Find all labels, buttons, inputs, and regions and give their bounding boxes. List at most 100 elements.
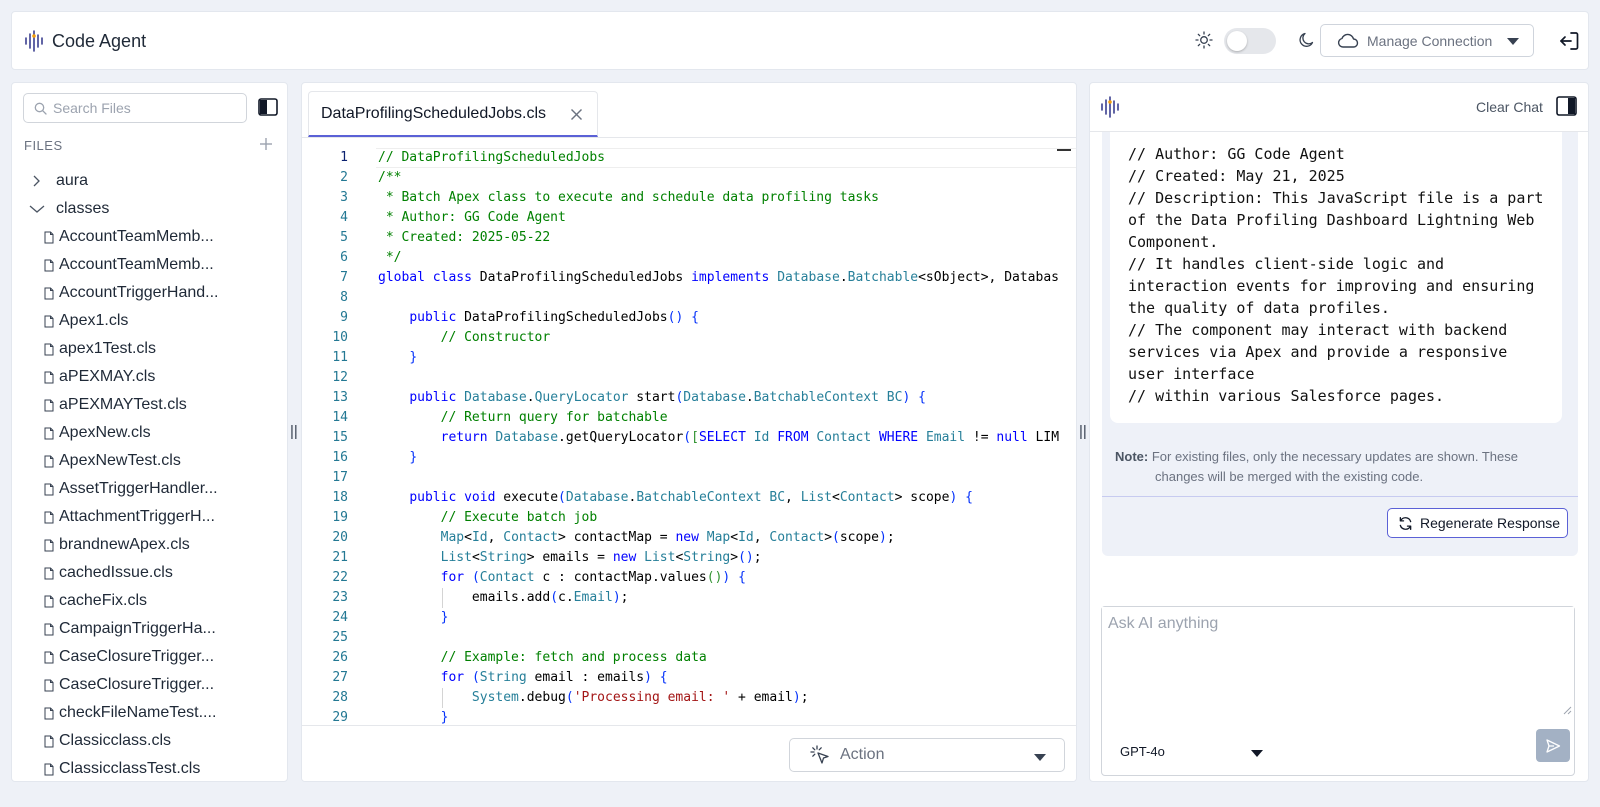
toggle-knob: [1227, 31, 1247, 51]
file-item[interactable]: ApexNew.cls: [24, 419, 284, 447]
line-number: 20: [332, 530, 348, 545]
file-icon: [44, 623, 54, 635]
search-files[interactable]: [23, 93, 247, 123]
file-icon: [44, 763, 54, 775]
file-item[interactable]: AttachmentTriggerH...: [24, 503, 284, 531]
code-line: 16 }: [302, 448, 1076, 468]
tab-file[interactable]: DataProfilingScheduledJobs.cls: [308, 91, 598, 137]
code-line: 18 public void execute(Database.Batchabl…: [302, 488, 1076, 508]
collapse-sidebar-icon[interactable]: [258, 98, 278, 116]
file-icon: [44, 595, 54, 607]
file-label: AttachmentTriggerH...: [59, 508, 215, 525]
file-item[interactable]: cacheFix.cls: [24, 587, 284, 615]
right-resize-handle[interactable]: ||: [1079, 423, 1087, 441]
line-number: 3: [340, 190, 348, 205]
action-cursor-icon: [810, 745, 829, 764]
file-icon: [44, 735, 54, 747]
file-item[interactable]: CaseClosureTrigger...: [24, 671, 284, 699]
code-line: 19 // Execute batch job: [302, 508, 1076, 528]
logo: Code Agent: [24, 29, 146, 53]
file-list: AccountTeamMemb... AccountTeamMemb... Acco…: [24, 223, 284, 781]
merge-note: Note: For existing files, only the neces…: [1115, 447, 1565, 487]
file-icon: [44, 371, 54, 383]
clear-chat-button[interactable]: Clear Chat: [1476, 99, 1543, 115]
regenerate-response-button[interactable]: Regenerate Response: [1387, 508, 1568, 538]
file-label: AssetTriggerHandler...: [59, 480, 218, 497]
theme-toggle[interactable]: [1224, 28, 1276, 54]
code-line: 11 }: [302, 348, 1076, 368]
line-number: 23: [332, 590, 348, 605]
file-item[interactable]: Apex1.cls: [24, 307, 284, 335]
code-text: public Database.QueryLocator start(Datab…: [409, 390, 926, 405]
code-line: 5 * Created: 2025-05-22: [302, 228, 1076, 248]
app-header: Code Agent Manage Connection: [11, 11, 1589, 70]
ai-code-message: // Author: GG Code Agent // Created: May…: [1110, 132, 1562, 423]
file-item[interactable]: aPEXMAYTest.cls: [24, 391, 284, 419]
close-tab-icon[interactable]: [570, 108, 583, 121]
file-item[interactable]: brandnewApex.cls: [24, 531, 284, 559]
manage-connection-button[interactable]: Manage Connection: [1320, 24, 1534, 57]
code-text: emails.add(c.Email);: [378, 590, 629, 605]
manage-connection-label: Manage Connection: [1367, 32, 1493, 49]
send-button[interactable]: [1536, 729, 1570, 762]
line-number: 9: [340, 310, 348, 325]
send-icon: [1546, 738, 1561, 753]
folder-label: classes: [56, 200, 110, 217]
message-line: // It handles client-side logic and inte…: [1128, 255, 1544, 317]
code-text: List<String> emails = new List<String>()…: [440, 550, 762, 565]
code-line: 15 return Database.getQueryLocator([SELE…: [302, 428, 1076, 448]
line-number: 22: [332, 570, 348, 585]
file-icon: [44, 707, 54, 719]
line-number: 21: [332, 550, 348, 565]
file-item[interactable]: aPEXMAY.cls: [24, 363, 284, 391]
file-item[interactable]: Classicclass.cls: [24, 727, 284, 755]
file-item[interactable]: AccountTeamMemb...: [24, 223, 284, 251]
file-item[interactable]: AccountTeamMemb...: [24, 251, 284, 279]
file-icon: [44, 511, 54, 523]
code-line: 22 for (Contact c : contactMap.values())…: [302, 568, 1076, 588]
search-files-input[interactable]: [53, 100, 233, 116]
chevron-down-icon: [1034, 754, 1046, 761]
file-item[interactable]: ClassicclassTest.cls: [24, 755, 284, 781]
chevron-down-icon: [1251, 750, 1263, 757]
code-content[interactable]: 1 // DataProfilingScheduledJobs 2 /** 3 * Ba…: [302, 148, 1076, 724]
model-label: GPT-4o: [1120, 744, 1165, 759]
file-item[interactable]: checkFileNameTest....: [24, 699, 284, 727]
file-label: AccountTriggerHand...: [59, 284, 219, 301]
folder-aura[interactable]: aura: [24, 167, 284, 195]
code-text: Map<Id, Contact> contactMap = new Map<Id…: [440, 530, 895, 545]
file-item[interactable]: ApexNewTest.cls: [24, 447, 284, 475]
collapse-chat-icon[interactable]: [1556, 96, 1577, 116]
left-resize-handle[interactable]: ||: [290, 423, 298, 441]
file-icon: [44, 539, 54, 551]
ai-chat-panel: Clear Chat // Author: GG Code Agent // C…: [1089, 82, 1589, 782]
file-item[interactable]: apex1Test.cls: [24, 335, 284, 363]
file-item[interactable]: cachedIssue.cls: [24, 559, 284, 587]
code-text: public void execute(Database.BatchableCo…: [409, 490, 973, 505]
file-item[interactable]: AccountTriggerHand...: [24, 279, 284, 307]
tab-label: DataProfilingScheduledJobs.cls: [321, 104, 547, 122]
file-label: Apex1.cls: [59, 312, 129, 329]
file-icon: [44, 231, 54, 243]
code-line: 13 public Database.QueryLocator start(Da…: [302, 388, 1076, 408]
file-label: aPEXMAYTest.cls: [59, 396, 187, 413]
resize-grip-icon[interactable]: [1562, 705, 1572, 715]
line-number: 12: [332, 370, 348, 385]
model-select[interactable]: GPT-4o: [1120, 744, 1263, 759]
note-label: Note:: [1115, 449, 1149, 464]
action-dropdown[interactable]: Action: [789, 738, 1065, 772]
code-text: }: [409, 350, 418, 365]
code-text: }: [440, 710, 449, 724]
logout-icon[interactable]: [1558, 30, 1580, 52]
file-item[interactable]: CaseClosureTrigger...: [24, 643, 284, 671]
file-label: CampaignTriggerHa...: [59, 620, 216, 637]
file-icon: [44, 567, 54, 579]
file-item[interactable]: AssetTriggerHandler...: [24, 475, 284, 503]
add-file-icon[interactable]: [259, 137, 273, 151]
code-line: 8: [302, 288, 1076, 308]
message-line: // within various Salesforce pages.: [1128, 387, 1445, 405]
ask-ai-input[interactable]: [1102, 607, 1574, 719]
file-label: AccountTeamMemb...: [59, 228, 214, 245]
folder-classes[interactable]: classes: [24, 195, 284, 223]
file-item[interactable]: CampaignTriggerHa...: [24, 615, 284, 643]
